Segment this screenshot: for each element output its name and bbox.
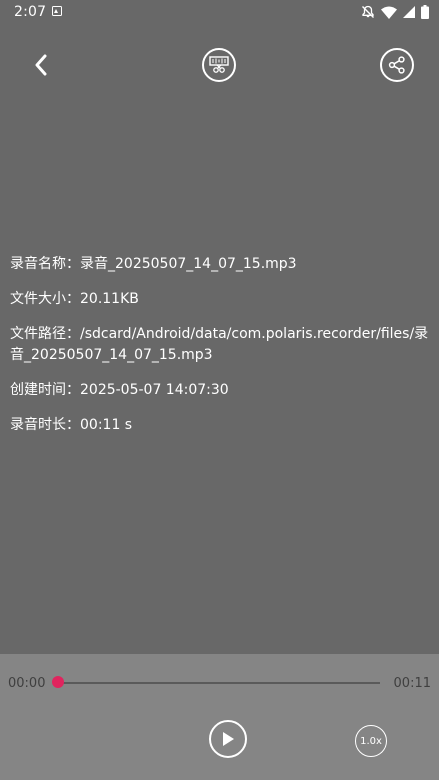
created-time-value: 2025-05-07 14:07:30	[80, 382, 229, 398]
current-time: 00:00	[8, 676, 46, 691]
share-button[interactable]	[380, 48, 414, 82]
file-size-label: 文件大小：	[10, 291, 80, 307]
recording-name-value: 录音_20250507_14_07_15.mp3	[80, 256, 297, 272]
battery-icon	[421, 5, 429, 19]
file-size-value: 20.11KB	[80, 291, 139, 307]
signal-icon	[403, 6, 415, 18]
recording-name-label: 录音名称：	[10, 256, 80, 272]
status-bar: 2:07	[0, 0, 439, 24]
created-time-label: 创建时间：	[10, 382, 80, 398]
audio-cut-icon	[209, 56, 229, 73]
status-time: 2:07	[14, 4, 47, 20]
duration-value: 00:11 s	[80, 417, 133, 433]
mute-icon	[362, 5, 374, 18]
seek-thumb[interactable]	[52, 676, 64, 688]
playback-speed-button[interactable]: 1.0x	[355, 725, 387, 757]
created-time-row: 创建时间：2025-05-07 14:07:30	[10, 380, 430, 401]
chevron-left-icon	[35, 54, 47, 76]
player-panel: 00:00 00:11 1.0x	[0, 654, 439, 780]
status-icons	[361, 4, 429, 20]
file-size-row: 文件大小：20.11KB	[10, 289, 430, 310]
back-button[interactable]	[26, 50, 56, 80]
play-button[interactable]	[209, 720, 247, 758]
play-icon	[223, 732, 234, 746]
total-time: 00:11	[393, 676, 431, 691]
notification-icon	[52, 6, 62, 16]
file-path-label: 文件路径：	[10, 326, 80, 342]
share-icon	[388, 56, 405, 74]
playback-speed-label: 1.0x	[360, 735, 382, 747]
file-path-row: 文件路径：/sdcard/Android/data/com.polaris.re…	[10, 324, 430, 366]
duration-row: 录音时长：00:11 s	[10, 415, 430, 436]
recording-info: 录音名称：录音_20250507_14_07_15.mp3 文件大小：20.11…	[10, 254, 430, 450]
audio-cut-button[interactable]	[202, 48, 236, 82]
seek-bar[interactable]	[58, 682, 380, 684]
duration-label: 录音时长：	[10, 417, 80, 433]
wifi-icon	[381, 6, 397, 19]
recording-name-row: 录音名称：录音_20250507_14_07_15.mp3	[10, 254, 430, 275]
